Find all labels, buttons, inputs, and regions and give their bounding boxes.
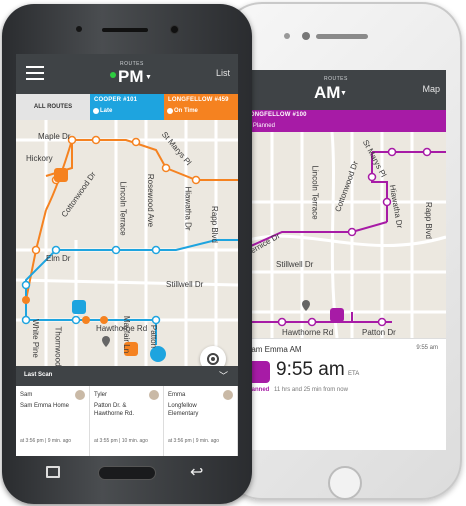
left-phone-frame: ↩ ROUTES PM ▼ List ALL ROUTES COOPER #10…: [2, 4, 252, 504]
home-button[interactable]: [328, 466, 362, 500]
hamburger-menu-icon[interactable]: [26, 66, 44, 84]
live-status-icon: [110, 72, 116, 78]
scan-place: Sam Emma Home: [20, 403, 70, 409]
scan-place: Longfellow Elementary: [168, 403, 199, 417]
street-label: Hawthorne Rd: [282, 328, 334, 337]
street-label: Rosewood Ave: [146, 173, 156, 228]
period-selector[interactable]: PM: [118, 67, 144, 87]
tab-label: ALL ROUTES: [33, 104, 73, 110]
avatar: [149, 390, 159, 400]
avatar: [223, 390, 233, 400]
street-label: Stillwell Dr: [166, 280, 204, 289]
back-icon[interactable]: ↩: [190, 462, 203, 482]
chevron-down-icon[interactable]: ▼: [145, 74, 152, 81]
street-label: Thornwood: [53, 326, 63, 366]
stop-time: 9:55 am: [416, 345, 438, 351]
speaker-grille: [102, 28, 148, 32]
scan-when: at 3:55 pm: [94, 438, 118, 444]
avatar: [75, 390, 85, 400]
tab-longfellow-459[interactable]: LONGFELLOW #459 On Time: [164, 94, 238, 120]
clock-icon: [93, 108, 99, 114]
route-tabs: ALL ROUTES COOPER #101 Late LONGFELLOW #…: [16, 94, 238, 120]
chevron-down-icon[interactable]: ▼: [340, 90, 347, 97]
list-link[interactable]: List: [216, 68, 230, 78]
eta-time: 9:55 am: [276, 359, 345, 380]
map-link[interactable]: Map: [422, 84, 440, 94]
home-button[interactable]: [98, 466, 156, 480]
locate-me-button[interactable]: [200, 346, 226, 366]
stop-detail-card[interactable]: Sam Emma AM 9:55 am 9:55 am ETA Planned …: [242, 338, 446, 450]
map[interactable]: St Marys Pl Cottonwood Dr Hiawatha Dr Ra…: [242, 132, 446, 338]
tab-label: COOPER #101: [94, 97, 138, 103]
street-label: Hickory: [26, 154, 53, 163]
time-from-now: 11 hrs and 25 min from now: [274, 387, 348, 393]
street-label: Hiawatha Dr: [183, 186, 193, 231]
chevron-down-icon[interactable]: ﹀: [219, 369, 228, 382]
street-label: Lincoln Terrace: [118, 181, 128, 236]
street-label: Patton Dr: [362, 328, 396, 337]
map[interactable]: Maple Dr Hickory St Marys Pl Cottonwood …: [16, 120, 238, 366]
last-scan-title: Last Scan: [24, 372, 53, 378]
header-bar: ROUTES AM ▼ Map: [242, 70, 446, 110]
tab-status: On Time: [174, 108, 198, 114]
scan-ago: 9 min. ago: [47, 438, 72, 444]
rider-name: Emma: [168, 392, 186, 398]
route-banner[interactable]: LONGFELLOW #100 ◷ Planned: [242, 110, 446, 132]
rider-name: Tyler: [94, 392, 108, 398]
scan-when: at 3:56 pm: [168, 438, 192, 444]
scan-when: at 3:56 pm: [20, 438, 44, 444]
tab-all-routes[interactable]: ALL ROUTES: [16, 94, 90, 120]
stop-name: Sam Emma AM: [246, 345, 302, 354]
scan-ago: 10 min. ago: [121, 438, 148, 444]
scan-card[interactable]: Emma Longfellow Elementary at 3:56 pm | …: [164, 386, 238, 456]
recent-apps-icon[interactable]: [46, 466, 60, 478]
scan-time: at 3:56 pm | 9 min. ago: [168, 438, 220, 444]
header-bar: ROUTES PM ▼ List: [16, 54, 238, 94]
app-showcase: ROUTES AM ▼ Map LONGFELLOW #100 ◷ Planne…: [0, 0, 466, 506]
street-label: Maple Dr: [38, 132, 71, 141]
tab-cooper-101[interactable]: COOPER #101 Late: [90, 94, 164, 120]
street-label: Mayfair Ln: [122, 315, 132, 354]
right-screen: ROUTES AM ▼ Map LONGFELLOW #100 ◷ Planne…: [242, 70, 446, 450]
left-screen: ROUTES PM ▼ List ALL ROUTES COOPER #101 …: [16, 54, 238, 456]
street-label: Patton: [149, 324, 159, 349]
camera-icon: [170, 25, 179, 34]
street-label: Stillwell Dr: [276, 260, 314, 269]
rider-name: Sam: [20, 392, 33, 398]
clock-icon: [167, 108, 173, 114]
route-status-text: Planned: [252, 123, 275, 129]
street-label: Elm Dr: [46, 254, 71, 263]
street-label: Rapp Blvd: [423, 202, 433, 239]
scan-card[interactable]: Sam Sam Emma Home at 3:56 pm | 9 min. ag…: [16, 386, 90, 456]
camera-icon: [284, 33, 290, 39]
right-phone-frame: ROUTES AM ▼ Map LONGFELLOW #100 ◷ Planne…: [222, 2, 462, 500]
period-selector[interactable]: AM: [314, 83, 340, 103]
street-label: White Pine: [30, 319, 40, 358]
last-scan-header[interactable]: Last Scan ﹀: [16, 366, 238, 386]
speaker-grille: [316, 34, 368, 39]
camera-icon: [302, 32, 310, 40]
route-name: LONGFELLOW #100: [246, 112, 307, 118]
scan-time: at 3:56 pm | 9 min. ago: [20, 438, 72, 444]
tab-label: LONGFELLOW #459: [168, 97, 229, 103]
scan-place: Patton Dr. & Hawthorne Rd.: [94, 403, 135, 417]
last-scan-list: Sam Sam Emma Home at 3:56 pm | 9 min. ag…: [16, 386, 238, 456]
tab-status: Late: [100, 108, 113, 114]
routes-caption: ROUTES: [324, 76, 348, 82]
street-label: Lincoln Terrace: [310, 165, 320, 220]
scan-time: at 3:55 pm | 10 min. ago: [94, 438, 148, 444]
sensor-icon: [76, 26, 82, 32]
scan-ago: 9 min. ago: [195, 438, 220, 444]
scan-card[interactable]: Tyler Patton Dr. & Hawthorne Rd. at 3:55…: [90, 386, 164, 456]
street-label: Rapp Blvd: [209, 206, 219, 243]
eta-label: ETA: [348, 371, 360, 377]
